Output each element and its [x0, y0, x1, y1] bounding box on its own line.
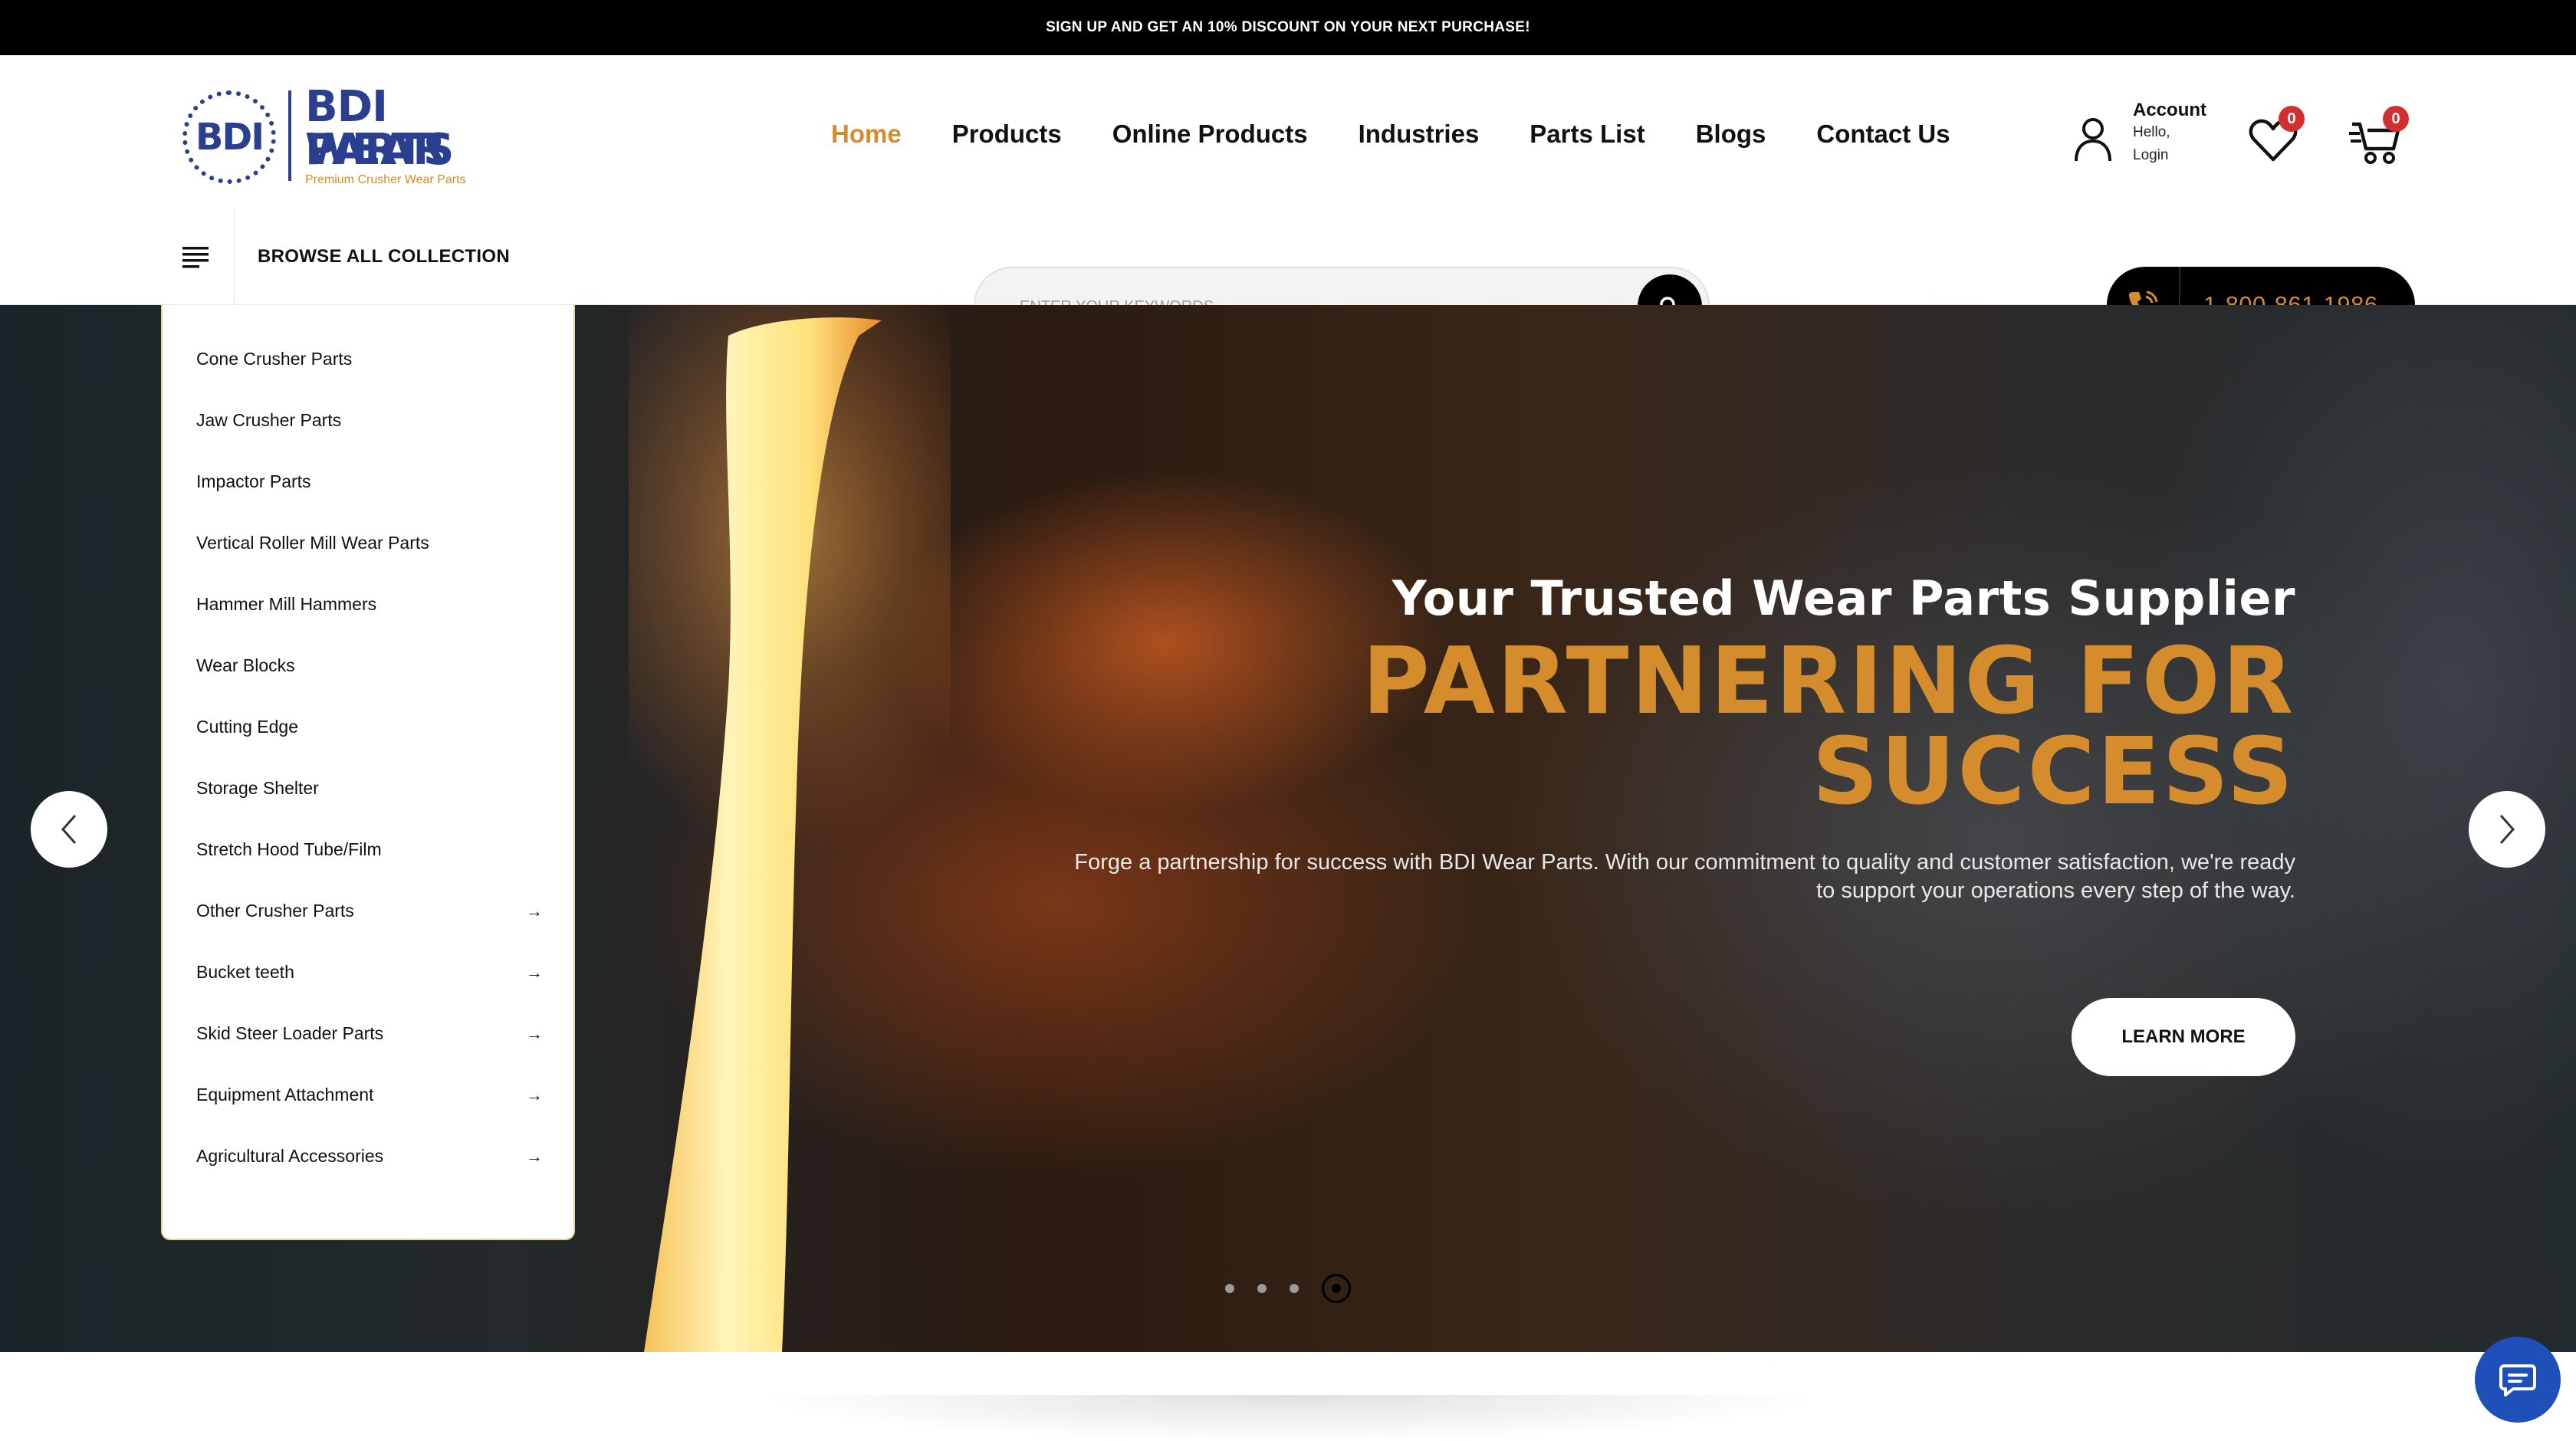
category-label: Wear Blocks: [196, 655, 295, 675]
logo-mark-text: BDI: [192, 100, 266, 174]
hero-description: Forge a partnership for success with BDI…: [1074, 850, 2295, 903]
category-label: Skid Steer Loader Parts: [196, 1022, 384, 1043]
slider-pagination: [1225, 1274, 1351, 1303]
slider-prev-button[interactable]: [31, 791, 107, 868]
slider-next-button[interactable]: [2469, 791, 2545, 868]
cart-button[interactable]: 0: [2349, 106, 2410, 167]
nav-industries[interactable]: Industries: [1359, 120, 1480, 149]
section-shadow: [751, 1395, 1825, 1441]
category-item[interactable]: Other Crusher Parts →: [163, 880, 573, 941]
nav-blogs[interactable]: Blogs: [1696, 120, 1766, 149]
category-label: Cutting Edge: [196, 716, 298, 737]
wishlist-count-badge: 0: [2279, 106, 2305, 132]
category-label: Stretch Hood Tube/Film: [196, 839, 382, 859]
hero-content: Your Trusted Wear Parts Supplier PARTNER…: [992, 570, 2295, 905]
category-label: Bucket teeth: [196, 961, 294, 982]
promo-bar: SIGN UP AND GET AN 10% DISCOUNT ON YOUR …: [0, 0, 2576, 55]
category-item[interactable]: Storage Shelter: [163, 757, 573, 819]
molten-metal-stream: [629, 305, 951, 1352]
nav-online-products[interactable]: Online Products: [1112, 120, 1308, 149]
category-label: Jaw Crusher Parts: [196, 409, 342, 430]
category-label: Vertical Roller Mill Wear Parts: [196, 532, 429, 553]
logo-divider: [288, 90, 291, 181]
category-label: Hammer Mill Hammers: [196, 593, 377, 614]
account-title: Account: [2133, 100, 2206, 120]
arrow-right-icon: →: [526, 901, 543, 921]
nav-parts-list[interactable]: Parts List: [1530, 120, 1644, 149]
account-greeting: Hello,: [2133, 124, 2170, 140]
category-label: Impactor Parts: [196, 471, 311, 491]
chevron-left-icon: [61, 815, 77, 844]
wishlist-button[interactable]: 0: [2246, 106, 2308, 167]
category-list: Cone Crusher Parts Jaw Crusher Parts Imp…: [163, 305, 573, 1187]
account-login: Login: [2133, 147, 2169, 163]
browse-label: BROWSE ALL COLLECTION: [258, 246, 510, 267]
main-nav: Home Products Online Products Industries…: [831, 120, 2001, 149]
account-link[interactable]: Account Hello, Login: [2070, 100, 2208, 176]
slide-dot-1[interactable]: [1225, 1284, 1234, 1293]
category-item[interactable]: Equipment Attachment →: [163, 1064, 573, 1125]
arrow-right-icon: →: [526, 1024, 543, 1043]
slide-dot-2[interactable]: [1257, 1284, 1267, 1293]
category-item[interactable]: Hammer Mill Hammers: [163, 573, 573, 635]
cart-count-badge: 0: [2383, 106, 2409, 132]
category-label: Other Crusher Parts: [196, 900, 354, 921]
arrow-right-icon: →: [526, 1147, 543, 1166]
category-item[interactable]: Vertical Roller Mill Wear Parts: [163, 512, 573, 573]
site-header: BDI BDI WEAR PARTS Premium Crusher Wear …: [0, 55, 2576, 343]
category-item[interactable]: Bucket teeth →: [163, 941, 573, 1003]
slide-dot-4-active[interactable]: [1322, 1274, 1351, 1303]
category-menu: Cone Crusher Parts Jaw Crusher Parts Imp…: [161, 305, 575, 1240]
browse-collection-toggle[interactable]: BROWSE ALL COLLECTION: [182, 208, 510, 305]
hero-title-line2: SUCCESS: [1812, 719, 2295, 826]
user-icon: [2075, 118, 2111, 162]
category-label: Equipment Attachment: [196, 1084, 374, 1105]
nav-home[interactable]: Home: [831, 120, 902, 149]
promo-text: SIGN UP AND GET AN 10% DISCOUNT ON YOUR …: [1046, 19, 1530, 35]
category-label: Agricultural Accessories: [196, 1145, 384, 1166]
category-item[interactable]: Skid Steer Loader Parts →: [163, 1003, 573, 1064]
category-item[interactable]: Cutting Edge: [163, 696, 573, 757]
hero-subtitle: Your Trusted Wear Parts Supplier: [1392, 570, 2295, 626]
logo-tagline: Premium Crusher Wear Parts: [305, 173, 466, 186]
nav-products[interactable]: Products: [952, 120, 1062, 149]
category-item[interactable]: Stretch Hood Tube/Film: [163, 819, 573, 880]
category-item[interactable]: Impactor Parts: [163, 451, 573, 512]
category-item[interactable]: Wear Blocks: [163, 635, 573, 696]
nav-contact-us[interactable]: Contact Us: [1816, 120, 1950, 149]
logo-mark: BDI: [182, 90, 276, 184]
category-item[interactable]: Agricultural Accessories →: [163, 1125, 573, 1187]
arrow-right-icon: →: [526, 1085, 543, 1105]
slide-dot-3[interactable]: [1290, 1284, 1299, 1293]
hero-title: PARTNERING FOR SUCCESS: [992, 629, 2295, 826]
category-label: Cone Crusher Parts: [196, 348, 353, 369]
category-label: Storage Shelter: [196, 777, 319, 798]
hero-title-line1: PARTNERING FOR: [1362, 629, 2295, 735]
chat-icon: [2499, 1364, 2536, 1397]
hamburger-icon: [182, 208, 235, 305]
arrow-right-icon: →: [526, 963, 543, 982]
chat-button[interactable]: [2475, 1337, 2561, 1423]
category-item[interactable]: Jaw Crusher Parts: [163, 389, 573, 451]
logo-line2: PARTS: [305, 125, 454, 175]
chevron-right-icon: [2499, 815, 2515, 844]
learn-more-button[interactable]: LEARN MORE: [2072, 998, 2295, 1076]
category-item[interactable]: Cone Crusher Parts: [163, 328, 573, 389]
brand-logo[interactable]: BDI BDI WEAR PARTS Premium Crusher Wear …: [182, 86, 489, 193]
